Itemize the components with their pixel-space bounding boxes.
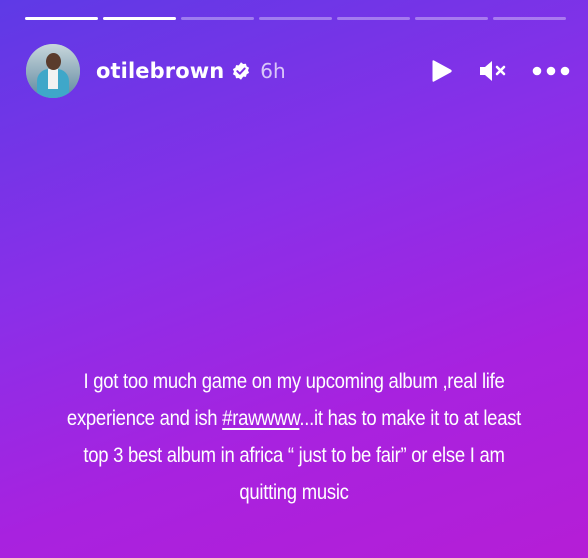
progress-segment <box>181 17 254 20</box>
avatar[interactable] <box>26 44 80 98</box>
hashtag-link[interactable]: #rawwww <box>222 407 299 430</box>
verified-badge-icon <box>233 62 250 80</box>
progress-segment <box>25 17 98 20</box>
story-progress-bar <box>25 17 566 20</box>
progress-segment <box>415 17 488 20</box>
username[interactable]: otilebrown <box>96 59 224 83</box>
progress-segment <box>337 17 410 20</box>
story-controls <box>428 57 570 85</box>
post-time: 6h <box>260 59 286 83</box>
progress-segment <box>259 17 332 20</box>
story-header: otilebrown 6h <box>26 44 570 98</box>
progress-segment-current <box>103 17 176 20</box>
play-icon[interactable] <box>428 57 456 85</box>
more-options-icon[interactable] <box>532 65 570 77</box>
volume-muted-icon[interactable] <box>478 57 508 85</box>
progress-segment <box>493 17 566 20</box>
story-caption: I got too much game on my upcoming album… <box>62 363 527 511</box>
